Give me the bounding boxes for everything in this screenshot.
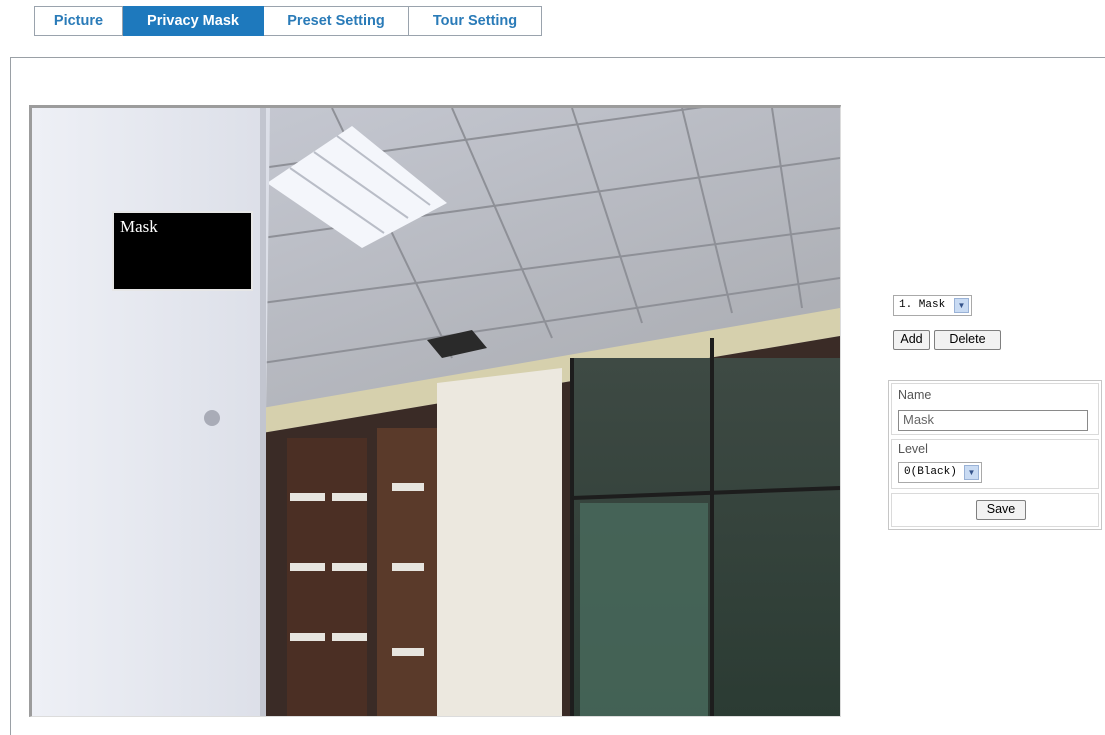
mask-region-label: Mask [120, 217, 158, 236]
content-frame-top-border [10, 57, 1105, 58]
privacy-mask-region[interactable]: Mask [112, 211, 253, 291]
tab-privacy-mask[interactable]: Privacy Mask [123, 6, 264, 36]
name-row: Name Mask [891, 383, 1099, 435]
save-button[interactable]: Save [976, 500, 1026, 520]
camera-video-preview[interactable]: Mask [29, 105, 841, 717]
mask-name-input[interactable]: Mask [898, 410, 1088, 431]
save-row: Save [891, 493, 1099, 527]
tab-picture[interactable]: Picture [34, 6, 123, 36]
tab-preset-setting[interactable]: Preset Setting [264, 6, 409, 36]
mask-select-dropdown[interactable]: 1. Mask ▼ [893, 295, 972, 316]
mask-properties-table: Name Mask Level 0(Black) ▼ Save [888, 380, 1102, 530]
chevron-down-icon[interactable]: ▼ [954, 298, 969, 313]
camera-scene-image [32, 108, 840, 716]
content-frame-left-border [10, 57, 11, 735]
level-row: Level 0(Black) ▼ [891, 439, 1099, 489]
level-select-value: 0(Black) [904, 466, 957, 478]
mask-select-value: 1. Mask [899, 299, 946, 311]
tab-tour-setting[interactable]: Tour Setting [409, 6, 542, 36]
tab-bar: Picture Privacy Mask Preset Setting Tour… [34, 6, 542, 36]
level-select-dropdown[interactable]: 0(Black) ▼ [898, 462, 982, 483]
delete-mask-button[interactable]: Delete [934, 330, 1001, 350]
name-label: Name [898, 388, 932, 402]
level-label: Level [898, 442, 928, 456]
add-mask-button[interactable]: Add [893, 330, 930, 350]
chevron-down-icon[interactable]: ▼ [964, 465, 979, 480]
